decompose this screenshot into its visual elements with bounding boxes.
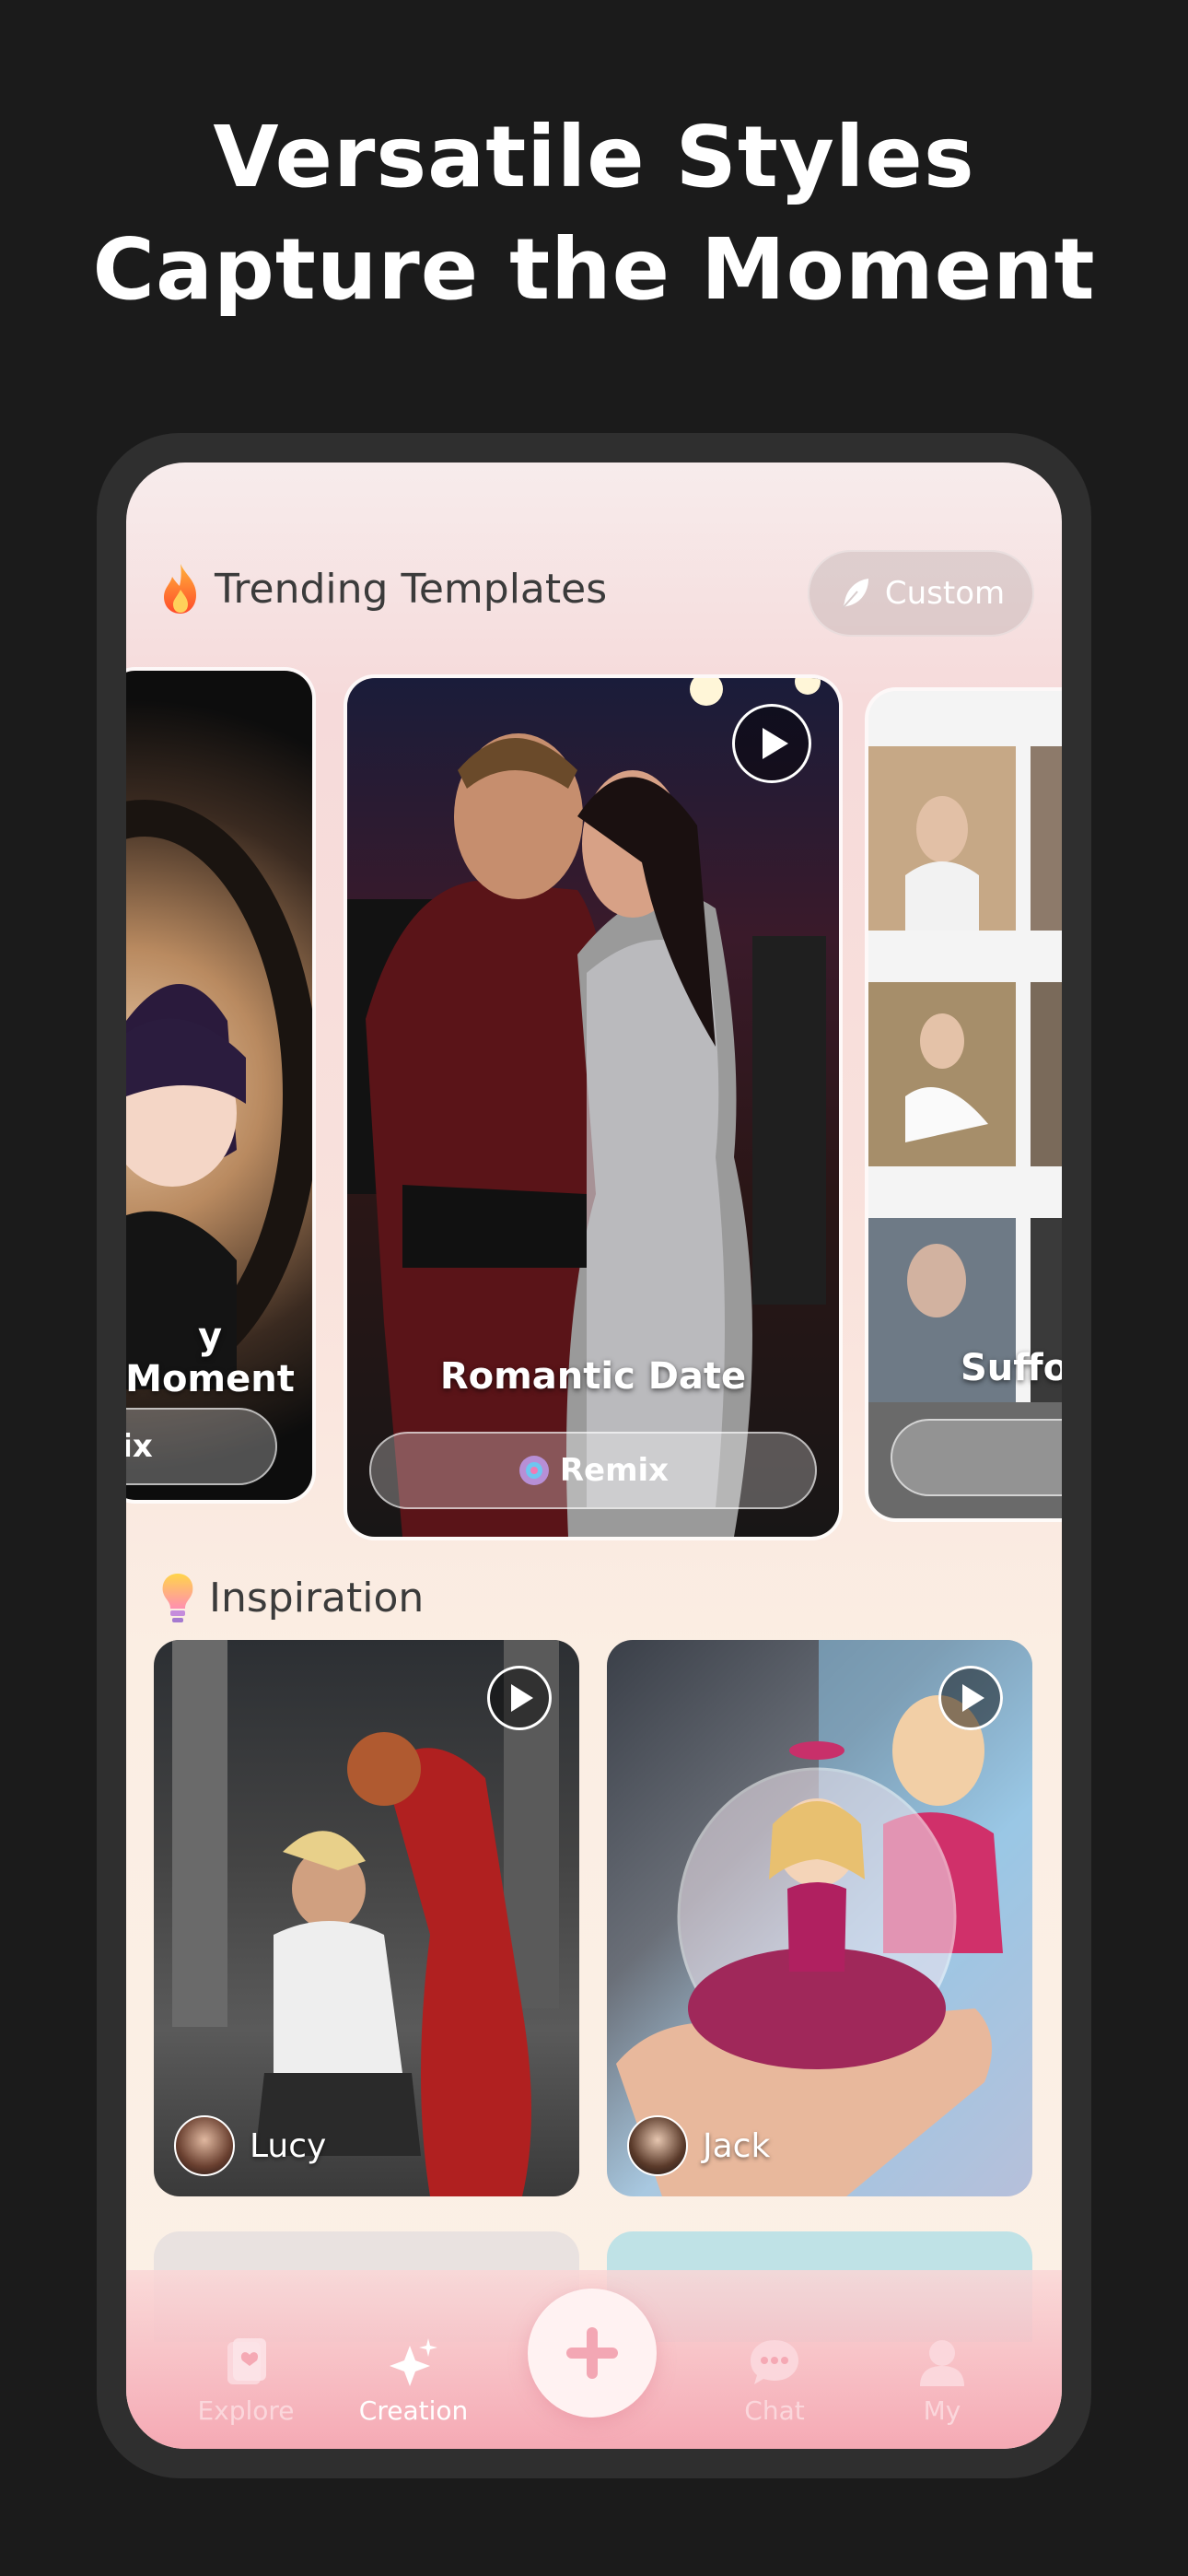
bottom-tab-bar: Explore Creation Chat My [126,2270,1062,2449]
user-icon [920,2340,964,2386]
inspiration-card-author[interactable]: Jack [627,2115,770,2176]
template-card-right-collage [868,746,1062,1518]
romantic-date-title: Romantic Date [439,1355,747,1398]
romantic-date-play-button[interactable] [732,704,811,783]
tab-creation[interactable]: Creation [340,2335,487,2426]
card-icon [227,2338,266,2384]
tab-chat-label: Chat [744,2395,805,2426]
template-card-romantic-date[interactable]: Romantic Date Remix [347,678,839,1537]
author-name: Jack [703,2126,771,2165]
tab-explore-label: Explore [197,2395,295,2426]
headline-line-1: Versatile Styles [213,108,975,206]
lightbulb-icon [162,1574,193,1622]
custom-button[interactable]: Custom [808,550,1034,637]
romantic-date-image [347,678,826,1537]
trending-header: Trending Templates [159,562,607,615]
app-screen: Trending Templates Custom y Moment ix Ro… [126,463,1062,2449]
feather-icon [842,579,868,609]
flame-icon [164,564,196,614]
tab-my-label: My [923,2395,961,2426]
remix-icon [518,1456,549,1485]
avatar [627,2115,688,2176]
inspiration-header: Inspiration [159,1570,424,1625]
template-card-left[interactable]: y Moment ix [126,671,312,1500]
headline: Versatile Styles Capture the Moment [0,101,1188,326]
template-card-right[interactable]: Suffoc [868,691,1062,1518]
custom-button-label: Custom [884,575,1006,612]
romantic-date-remix-label: Remix [559,1452,670,1489]
phone-frame: Trending Templates Custom y Moment ix Ro… [97,433,1091,2478]
avatar [174,2115,235,2176]
tab-explore[interactable]: Explore [172,2335,320,2426]
tab-creation-label: Creation [358,2395,469,2426]
inspiration-card-play-button[interactable] [487,1666,552,1730]
template-card-left-remix-label: ix [126,1428,153,1465]
trending-title: Trending Templates [215,565,608,613]
inspiration-card[interactable]: Lucy [154,1640,579,2196]
tab-chat[interactable]: Chat [701,2335,848,2426]
chat-icon [751,2340,798,2384]
inspiration-card[interactable]: Jack [607,1640,1032,2196]
create-plus-button[interactable] [528,2289,657,2418]
template-card-left-title: y Moment [126,1316,295,1400]
template-card-left-remix-button[interactable]: ix [126,1408,277,1485]
inspiration-title: Inspiration [209,1574,425,1622]
headline-line-2: Capture the Moment [92,220,1096,319]
tab-my[interactable]: My [868,2335,1016,2426]
romantic-date-remix-button[interactable]: Remix [369,1432,817,1509]
inspiration-card-play-button[interactable] [938,1666,1003,1730]
template-card-right-title: Suffoc [961,1347,1062,1389]
template-card-right-remix-button[interactable] [891,1419,1062,1496]
sparkle-icon [390,2338,437,2386]
inspiration-card-author[interactable]: Lucy [174,2115,326,2176]
author-name: Lucy [250,2126,327,2165]
